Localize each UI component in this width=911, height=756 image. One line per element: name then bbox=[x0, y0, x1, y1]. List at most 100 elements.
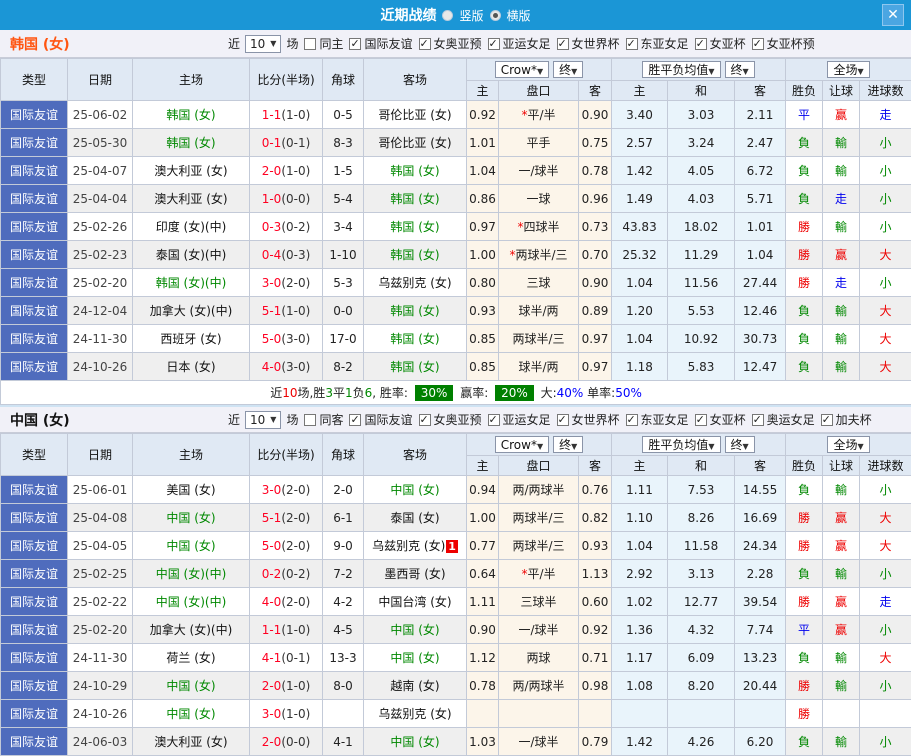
result-goals-cell: 大 bbox=[860, 297, 911, 325]
home-team-name: 印度 (女)(中) bbox=[156, 220, 227, 234]
handicap-cell: *四球半 bbox=[499, 213, 579, 241]
match-count-value: 10 bbox=[250, 413, 265, 427]
chevron-down-icon: ▼ bbox=[857, 67, 863, 76]
date-cell: 24-06-03 bbox=[68, 728, 133, 756]
league-cell: 国际友谊 bbox=[1, 504, 68, 532]
vertical-layout-radio[interactable] bbox=[442, 10, 453, 21]
handicap-cell bbox=[499, 700, 579, 728]
result-goals-cell: 小 bbox=[860, 616, 911, 644]
date-cell: 24-10-26 bbox=[68, 700, 133, 728]
header-dropdown[interactable]: 终▼ bbox=[553, 61, 583, 78]
competition-checkbox[interactable] bbox=[557, 38, 569, 50]
horizontal-layout-radio[interactable] bbox=[490, 10, 501, 21]
halftime-score: (2-0) bbox=[281, 276, 310, 290]
result-goals-cell: 小 bbox=[860, 185, 911, 213]
table-header-row-1: 类型日期主场比分(半场)角球客场Crow*▼终▼胜平负均值▼终▼全场▼ bbox=[1, 59, 911, 81]
fulltime-score: 3-0 bbox=[262, 483, 282, 497]
competition-checkbox[interactable] bbox=[626, 414, 638, 426]
match-row: 国际友谊24-11-30荷兰 (女)4-1(0-1)13-3中国 (女)1.12… bbox=[1, 644, 911, 672]
result-wdl-cell: 負 bbox=[786, 185, 823, 213]
header-dropdown[interactable]: 终▼ bbox=[725, 436, 755, 453]
away-team-cell: 乌兹别克 (女)1 bbox=[364, 532, 467, 560]
match-row: 国际友谊25-02-20韩国 (女)(中)3-0(2-0)5-3乌兹别克 (女)… bbox=[1, 269, 911, 297]
league-cell: 国际友谊 bbox=[1, 588, 68, 616]
score-cell: 3-0(2-0) bbox=[250, 476, 323, 504]
avg-draw-cell: 3.13 bbox=[668, 560, 735, 588]
filter-controls: 近10▼场同客国际友谊女奥亚预亚运女足女世界杯东亚女足女亚杯奥运女足加夫杯 bbox=[228, 411, 872, 429]
away-team-cell: 乌兹别克 (女) bbox=[364, 700, 467, 728]
odds-away-cell: 0.75 bbox=[579, 129, 612, 157]
same-venue-checkbox[interactable] bbox=[304, 38, 316, 50]
competition-checkbox[interactable] bbox=[626, 38, 638, 50]
result-wdl-cell: 勝 bbox=[786, 588, 823, 616]
odds-home-cell: 0.85 bbox=[467, 353, 499, 381]
vertical-layout-label[interactable]: 竖版 bbox=[459, 7, 483, 24]
match-count-select[interactable]: 10▼ bbox=[245, 35, 281, 53]
team-name-heading: 韩国 (女) bbox=[0, 34, 228, 54]
header-dropdown[interactable]: 终▼ bbox=[725, 61, 755, 78]
result-handicap-cell: 赢 bbox=[823, 532, 860, 560]
header-dropdown-group: 全场▼ bbox=[786, 59, 911, 81]
result-goals-cell bbox=[860, 700, 911, 728]
competition-checkbox[interactable] bbox=[488, 38, 500, 50]
away-team-cell: 越南 (女) bbox=[364, 672, 467, 700]
away-team-cell: 韩国 (女) bbox=[364, 157, 467, 185]
fulltime-score: 0-3 bbox=[262, 220, 282, 234]
handicap-cell: 三球半 bbox=[499, 588, 579, 616]
header-dropdown[interactable]: Crow*▼ bbox=[495, 61, 549, 78]
competition-checkbox[interactable] bbox=[488, 414, 500, 426]
odds-away-cell: 0.92 bbox=[579, 616, 612, 644]
competition-checkbox[interactable] bbox=[349, 414, 361, 426]
handicap-cell: 一/球半 bbox=[499, 728, 579, 756]
competition-checkbox[interactable] bbox=[695, 38, 707, 50]
competition-checkbox[interactable] bbox=[752, 414, 764, 426]
date-cell: 24-11-30 bbox=[68, 644, 133, 672]
halftime-score: (0-0) bbox=[281, 735, 310, 749]
match-count-select[interactable]: 10▼ bbox=[245, 411, 281, 429]
home-team-name: 中国 (女)(中) bbox=[156, 567, 227, 581]
handicap-value: 两球半/三 bbox=[512, 511, 564, 525]
avg-win-cell: 1.49 bbox=[612, 185, 668, 213]
result-handicap-cell: 輸 bbox=[823, 728, 860, 756]
avg-win-cell: 2.57 bbox=[612, 129, 668, 157]
competition-checkbox[interactable] bbox=[695, 414, 707, 426]
competition-checkbox[interactable] bbox=[349, 38, 361, 50]
avg-lose-cell: 24.34 bbox=[735, 532, 786, 560]
away-team-cell: 韩国 (女) bbox=[364, 213, 467, 241]
match-row: 国际友谊25-02-26印度 (女)(中)0-3(0-2)3-4韩国 (女)0.… bbox=[1, 213, 911, 241]
dropdown-value: Crow* bbox=[501, 63, 537, 77]
odds-home-cell: 0.94 bbox=[467, 476, 499, 504]
horizontal-layout-label[interactable]: 横版 bbox=[507, 7, 531, 24]
header-dropdown[interactable]: 终▼ bbox=[553, 436, 583, 453]
handicap-cell: 平手 bbox=[499, 129, 579, 157]
header-dropdown[interactable]: 全场▼ bbox=[827, 61, 869, 78]
dropdown-value: Crow* bbox=[501, 438, 537, 452]
avg-lose-cell: 2.47 bbox=[735, 129, 786, 157]
same-venue-checkbox[interactable] bbox=[304, 414, 316, 426]
header-dropdown[interactable]: 胜平负均值▼ bbox=[642, 436, 720, 453]
competition-checkbox[interactable] bbox=[419, 414, 431, 426]
result-wdl-cell: 勝 bbox=[786, 672, 823, 700]
home-team-name: 中国 (女) bbox=[166, 539, 215, 553]
close-icon[interactable]: ✕ bbox=[882, 4, 904, 26]
odds-home-cell bbox=[467, 700, 499, 728]
score-cell: 1-1(1-0) bbox=[250, 616, 323, 644]
odds-away-cell: 0.90 bbox=[579, 101, 612, 129]
column-header: 主场 bbox=[133, 59, 250, 101]
handicap-cell: 两/两球半 bbox=[499, 672, 579, 700]
competition-checkbox[interactable] bbox=[557, 414, 569, 426]
competition-checkbox[interactable] bbox=[752, 38, 764, 50]
home-team-cell: 中国 (女) bbox=[133, 504, 250, 532]
competition-checkbox[interactable] bbox=[419, 38, 431, 50]
sub-column-header: 客 bbox=[579, 81, 612, 101]
score-cell: 5-0(3-0) bbox=[250, 325, 323, 353]
handicap-value: 一/球半 bbox=[518, 164, 558, 178]
home-team-cell: 泰国 (女)(中) bbox=[133, 241, 250, 269]
header-dropdown[interactable]: Crow*▼ bbox=[495, 436, 549, 453]
header-dropdown[interactable]: 全场▼ bbox=[827, 436, 869, 453]
titlebar-center: 近期战绩 竖版 横版 bbox=[0, 5, 911, 25]
competition-label: 女世界杯 bbox=[572, 35, 620, 52]
away-team-cell: 韩国 (女) bbox=[364, 241, 467, 269]
competition-checkbox[interactable] bbox=[821, 414, 833, 426]
header-dropdown[interactable]: 胜平负均值▼ bbox=[642, 61, 720, 78]
